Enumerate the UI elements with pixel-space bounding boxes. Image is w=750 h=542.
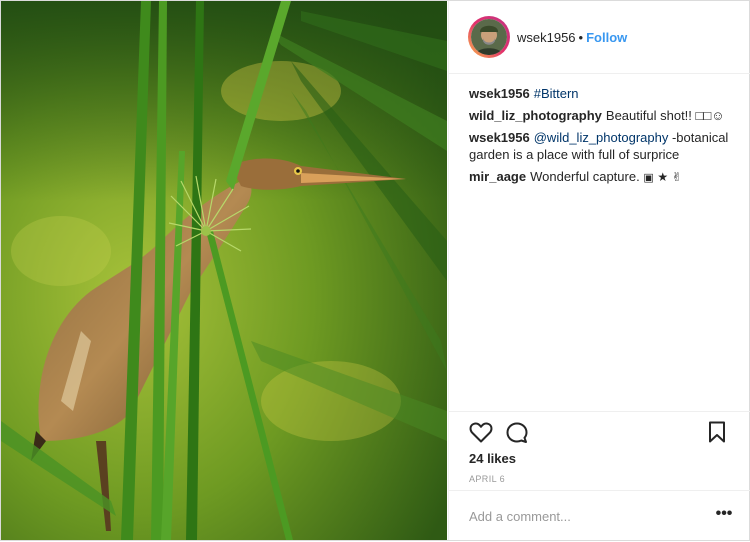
post-actions: 24 likes APRIL 6 •••	[449, 411, 750, 542]
hand-emoji-icon: ✌	[671, 170, 682, 184]
author-username[interactable]: wsek1956	[517, 30, 576, 45]
comment-text: Beautiful shot!! □□	[605, 108, 712, 123]
comment-text: Wonderful capture.	[530, 169, 640, 184]
hashtag-link[interactable]: #Bittern	[534, 86, 579, 101]
bittern-photo	[1, 1, 447, 540]
comment-item: mir_aage Wonderful capture. ▣ ★ ✌	[469, 168, 739, 187]
star-emoji-icon: ★	[657, 170, 669, 184]
likes-count[interactable]: 24 likes	[469, 451, 516, 466]
follow-button[interactable]: Follow	[586, 30, 627, 45]
avatar[interactable]	[468, 16, 510, 58]
mention-link[interactable]: @wild_liz_photography	[534, 130, 669, 145]
smile-emoji-icon: ☺	[711, 108, 725, 123]
post-sidebar: wsek1956 • Follow wsek1956 #Bittern wild_li…	[448, 1, 750, 540]
heart-icon[interactable]	[469, 421, 493, 443]
post-photo[interactable]	[1, 1, 447, 540]
more-options-icon[interactable]: •••	[714, 505, 734, 525]
user-avatar-icon	[471, 19, 507, 55]
post-header: wsek1956 • Follow	[449, 1, 750, 74]
avatar-image	[471, 19, 507, 55]
comment-username[interactable]: wild_liz_photography	[469, 108, 602, 123]
camera-emoji-icon: ▣	[643, 172, 654, 184]
bookmark-icon[interactable]	[708, 421, 726, 443]
comment-item: wild_liz_photography Beautiful shot!! □□☺	[469, 107, 739, 124]
comment-caption: wsek1956 #Bittern	[469, 85, 739, 102]
post-card: wsek1956 • Follow wsek1956 #Bittern wild_li…	[0, 0, 750, 541]
comment-icon[interactable]	[505, 421, 529, 445]
comment-username[interactable]: wsek1956	[469, 86, 530, 101]
author-line: wsek1956 • Follow	[517, 30, 627, 46]
comments-list: wsek1956 #Bittern wild_liz_photography Bea…	[469, 85, 739, 192]
comment-username[interactable]: mir_aage	[469, 169, 526, 184]
comment-item: wsek1956 @wild_liz_photography -botanical…	[469, 129, 739, 163]
comment-username[interactable]: wsek1956	[469, 130, 530, 145]
add-comment-bar: •••	[449, 490, 750, 542]
post-date[interactable]: APRIL 6	[469, 474, 505, 484]
comment-input[interactable]	[469, 505, 699, 527]
separator-dot: •	[578, 30, 584, 45]
